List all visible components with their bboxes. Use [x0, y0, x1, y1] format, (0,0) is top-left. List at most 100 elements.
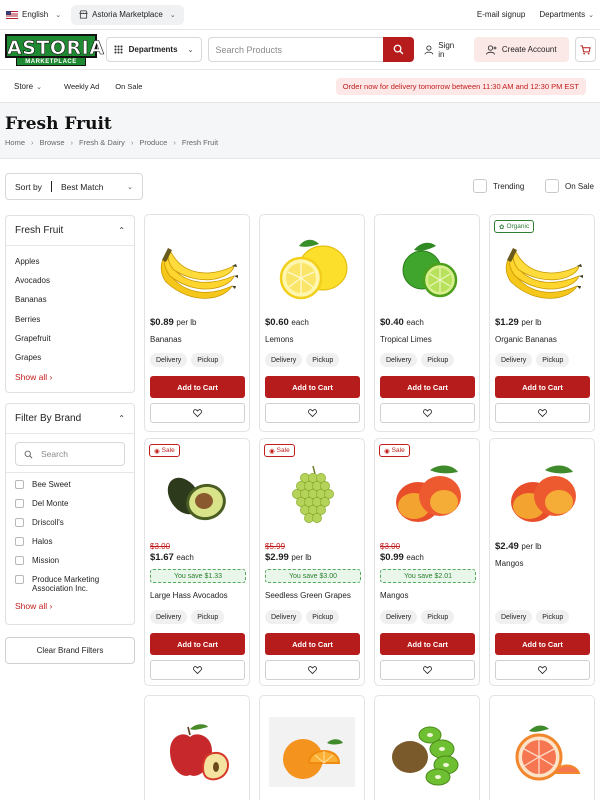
- language-selector[interactable]: English ⌄: [6, 10, 61, 19]
- brand-option[interactable]: Produce Marketing Association Inc.: [15, 570, 125, 593]
- banana-image[interactable]: [150, 227, 244, 315]
- product-card[interactable]: [374, 695, 480, 800]
- category-item[interactable]: Berries: [15, 310, 125, 329]
- favorite-button[interactable]: [380, 403, 475, 423]
- product-card[interactable]: [489, 695, 595, 800]
- add-to-cart-button[interactable]: Add to Cart: [380, 633, 475, 655]
- brand-checkbox[interactable]: [15, 537, 24, 546]
- on-sale-toggle[interactable]: On Sale: [545, 179, 594, 193]
- pickup-chip[interactable]: Pickup: [306, 610, 340, 624]
- add-to-cart-button[interactable]: Add to Cart: [495, 633, 590, 655]
- search-button[interactable]: [383, 37, 414, 62]
- add-to-cart-button[interactable]: Add to Cart: [265, 633, 360, 655]
- breadcrumb-browse[interactable]: Browse: [40, 138, 65, 147]
- favorite-button[interactable]: [150, 660, 245, 680]
- product-card[interactable]: ✿ Organic $1.29 per lb Organic Bananas Del…: [489, 214, 595, 432]
- on-sale-link[interactable]: On Sale: [115, 82, 142, 91]
- add-to-cart-button[interactable]: Add to Cart: [495, 376, 590, 398]
- add-to-cart-button[interactable]: Add to Cart: [380, 376, 475, 398]
- product-name[interactable]: Bananas: [150, 335, 182, 344]
- brand-checkbox[interactable]: [15, 499, 24, 508]
- store-logo[interactable]: ASTORIA MARKETPLACE: [4, 33, 104, 67]
- pickup-chip[interactable]: Pickup: [421, 353, 455, 367]
- breadcrumb-home[interactable]: Home: [5, 138, 25, 147]
- brand-checkbox[interactable]: [15, 518, 24, 527]
- breadcrumb-fresh-dairy[interactable]: Fresh & Dairy: [79, 138, 125, 147]
- favorite-button[interactable]: [495, 660, 590, 680]
- brand-search-input[interactable]: Search: [15, 442, 125, 466]
- pickup-chip[interactable]: Pickup: [536, 610, 570, 624]
- favorite-button[interactable]: [380, 660, 475, 680]
- banana-image[interactable]: [495, 227, 589, 315]
- pickup-chip[interactable]: Pickup: [306, 353, 340, 367]
- product-card[interactable]: [144, 695, 250, 800]
- email-signup-link[interactable]: E-mail signup: [477, 10, 525, 19]
- brand-checkbox[interactable]: [15, 556, 24, 565]
- kiwi-image[interactable]: [380, 708, 474, 796]
- pickup-chip[interactable]: Pickup: [421, 610, 455, 624]
- departments-button[interactable]: Departments ⌄: [105, 37, 202, 62]
- departments-link[interactable]: Departments ⌄: [539, 10, 594, 19]
- brand-checkbox[interactable]: [15, 575, 24, 584]
- product-name[interactable]: Tropical Limes: [380, 335, 432, 344]
- product-card[interactable]: ◉ Sale $3.00 $1.67 each You save $1.33 Large…: [144, 438, 250, 686]
- product-card[interactable]: $0.89 per lb Bananas Delivery Pickup Add t…: [144, 214, 250, 432]
- brand-option[interactable]: Halos: [15, 532, 125, 551]
- add-to-cart-button[interactable]: Add to Cart: [150, 376, 245, 398]
- apple-image[interactable]: [150, 708, 244, 796]
- delivery-chip[interactable]: Delivery: [265, 610, 303, 624]
- delivery-chip[interactable]: Delivery: [380, 353, 418, 367]
- category-item[interactable]: Avocados: [15, 271, 125, 290]
- delivery-chip[interactable]: Delivery: [150, 610, 188, 624]
- delivery-chip[interactable]: Delivery: [380, 610, 418, 624]
- store-selector[interactable]: Astoria Marketplace ⌄: [71, 4, 184, 25]
- product-card[interactable]: ◉ Sale $5.99 $2.99 per lb You save $3.00 See…: [259, 438, 365, 686]
- product-card[interactable]: ◉ Sale $3.00 $0.99 each You save $2.01 Mango…: [374, 438, 480, 686]
- product-card[interactable]: $0.60 each Lemons Delivery Pickup Add to C…: [259, 214, 365, 432]
- orange-image[interactable]: [265, 708, 359, 796]
- favorite-button[interactable]: [150, 403, 245, 423]
- product-name[interactable]: Mangos: [380, 591, 408, 600]
- sort-dropdown[interactable]: Sort by Best Match ⌄: [5, 173, 143, 200]
- create-account-button[interactable]: Create Account: [473, 37, 569, 62]
- favorite-button[interactable]: [495, 403, 590, 423]
- favorite-button[interactable]: [265, 660, 360, 680]
- trending-checkbox[interactable]: [473, 179, 487, 193]
- lime-image[interactable]: [380, 227, 474, 315]
- product-name[interactable]: Mangos: [495, 559, 523, 568]
- brand-show-all-link[interactable]: Show all ›: [6, 596, 134, 616]
- category-show-all-link[interactable]: Show all ›: [6, 367, 134, 387]
- mango-image[interactable]: [495, 451, 589, 539]
- brand-checkbox[interactable]: [15, 480, 24, 489]
- weekly-ad-link[interactable]: Weekly Ad: [64, 82, 99, 91]
- add-to-cart-button[interactable]: Add to Cart: [265, 376, 360, 398]
- pickup-chip[interactable]: Pickup: [536, 353, 570, 367]
- brand-option[interactable]: Bee Sweet: [15, 475, 125, 494]
- trending-toggle[interactable]: Trending: [473, 179, 524, 193]
- brand-panel-header[interactable]: Filter By Brand ⌃: [6, 404, 134, 434]
- product-name[interactable]: Seedless Green Grapes: [265, 591, 351, 600]
- pickup-chip[interactable]: Pickup: [191, 353, 225, 367]
- delivery-chip[interactable]: Delivery: [495, 353, 533, 367]
- mango-image[interactable]: [380, 451, 474, 539]
- sign-in-link[interactable]: Sign in: [424, 41, 462, 59]
- product-card[interactable]: $2.49 per lb Mangos Delivery Pickup Add to…: [489, 438, 595, 686]
- category-panel-header[interactable]: Fresh Fruit ⌃: [6, 216, 134, 246]
- brand-option[interactable]: Driscoll's: [15, 513, 125, 532]
- breadcrumb-produce[interactable]: Produce: [139, 138, 167, 147]
- delivery-chip[interactable]: Delivery: [495, 610, 533, 624]
- pickup-chip[interactable]: Pickup: [191, 610, 225, 624]
- add-to-cart-button[interactable]: Add to Cart: [150, 633, 245, 655]
- product-name[interactable]: Lemons: [265, 335, 293, 344]
- search-input[interactable]: Search Products: [207, 37, 384, 62]
- category-item[interactable]: Apples: [15, 252, 125, 271]
- grapefruit-image[interactable]: [495, 708, 589, 796]
- avocado-image[interactable]: [150, 451, 244, 539]
- store-menu[interactable]: Store ⌄: [14, 82, 42, 91]
- category-item[interactable]: Grapes: [15, 348, 125, 367]
- product-name[interactable]: Large Hass Avocados: [150, 591, 228, 600]
- clear-brand-filters-button[interactable]: Clear Brand Filters: [5, 637, 135, 664]
- delivery-chip[interactable]: Delivery: [265, 353, 303, 367]
- product-card[interactable]: $0.40 each Tropical Limes Delivery Pickup…: [374, 214, 480, 432]
- product-name[interactable]: Organic Bananas: [495, 335, 557, 344]
